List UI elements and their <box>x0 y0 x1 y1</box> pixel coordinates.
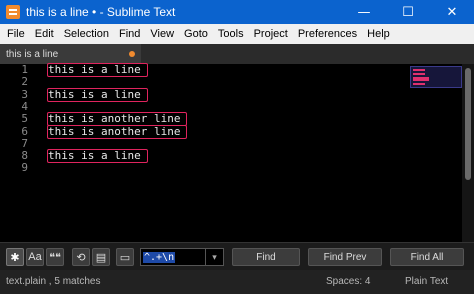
case-sensitive-toggle[interactable]: Aa <box>26 248 44 266</box>
line-number: 5 <box>21 112 28 126</box>
menu-tools[interactable]: Tools <box>213 28 249 40</box>
window-title: this is a line • - Sublime Text <box>26 5 176 19</box>
menu-edit[interactable]: Edit <box>30 28 59 40</box>
find-input[interactable]: ^.+\n ▾ <box>140 248 224 266</box>
in-selection-toggle[interactable]: ▤ <box>92 248 110 266</box>
menu-project[interactable]: Project <box>249 28 293 40</box>
wrap-toggle[interactable]: ⟲ <box>72 248 90 266</box>
editor-area[interactable]: 1 2 3 4 5 6 7 8 9 this is a line this is… <box>0 63 474 242</box>
line-number-gutter: 1 2 3 4 5 6 7 8 9 <box>0 63 40 242</box>
minimap-line <box>413 79 429 81</box>
chevron-down-icon[interactable]: ▾ <box>205 249 223 265</box>
title-bar: this is a line • - Sublime Text — ☐ ✕ <box>0 0 474 24</box>
unsaved-dot-icon[interactable] <box>129 51 135 57</box>
menu-bar: File Edit Selection Find View Goto Tools… <box>0 24 474 44</box>
tab-label: this is a line <box>6 48 59 60</box>
indentation-setting[interactable]: Spaces: 4 <box>326 276 370 287</box>
minimap-line <box>413 69 425 71</box>
menu-file[interactable]: File <box>2 28 30 40</box>
code-line[interactable]: this is another line <box>48 125 180 138</box>
status-syntax-scope: text.plain , 5 matches <box>6 276 101 287</box>
line-number: 9 <box>21 161 28 175</box>
menu-preferences[interactable]: Preferences <box>293 28 362 40</box>
tab-this-is-a-line[interactable]: this is a line <box>0 44 141 64</box>
code-line[interactable]: this is a line <box>48 63 141 76</box>
code-line[interactable]: this is a line <box>48 88 141 101</box>
find-prev-button[interactable]: Find Prev <box>308 248 382 266</box>
menu-find[interactable]: Find <box>114 28 145 40</box>
menu-goto[interactable]: Goto <box>179 28 213 40</box>
code-line[interactable]: this is another line <box>48 112 180 125</box>
line-number: 6 <box>21 124 28 138</box>
menu-view[interactable]: View <box>145 28 179 40</box>
line-number: 2 <box>21 75 28 89</box>
highlight-matches-toggle[interactable]: ▭ <box>116 248 134 266</box>
maximize-button[interactable]: ☐ <box>386 0 430 24</box>
minimap-line <box>413 73 425 75</box>
minimize-button[interactable]: — <box>342 0 386 24</box>
syntax-selector[interactable]: Plain Text <box>405 276 448 287</box>
find-button[interactable]: Find <box>232 248 300 266</box>
window-controls: — ☐ ✕ <box>342 0 474 24</box>
code-line[interactable]: this is a line <box>48 149 141 162</box>
find-panel: ✱ Aa ❝❝ ⟲ ▤ ▭ ^.+\n ▾ Find Find Prev Fin… <box>0 242 474 270</box>
tab-bar: this is a line <box>0 44 474 64</box>
whole-word-toggle[interactable]: ❝❝ <box>46 248 64 266</box>
vertical-scrollbar[interactable] <box>462 64 474 242</box>
sublime-app-icon <box>6 5 20 19</box>
scrollbar-thumb[interactable] <box>465 68 471 180</box>
menu-help[interactable]: Help <box>362 28 395 40</box>
menu-selection[interactable]: Selection <box>59 28 114 40</box>
minimap[interactable] <box>410 66 462 88</box>
close-button[interactable]: ✕ <box>430 0 474 24</box>
find-query: ^.+\n <box>143 251 176 263</box>
status-bar: text.plain , 5 matches Spaces: 4 Plain T… <box>0 270 474 294</box>
regex-toggle[interactable]: ✱ <box>6 248 24 266</box>
find-all-button[interactable]: Find All <box>390 248 464 266</box>
minimap-line <box>413 83 425 85</box>
